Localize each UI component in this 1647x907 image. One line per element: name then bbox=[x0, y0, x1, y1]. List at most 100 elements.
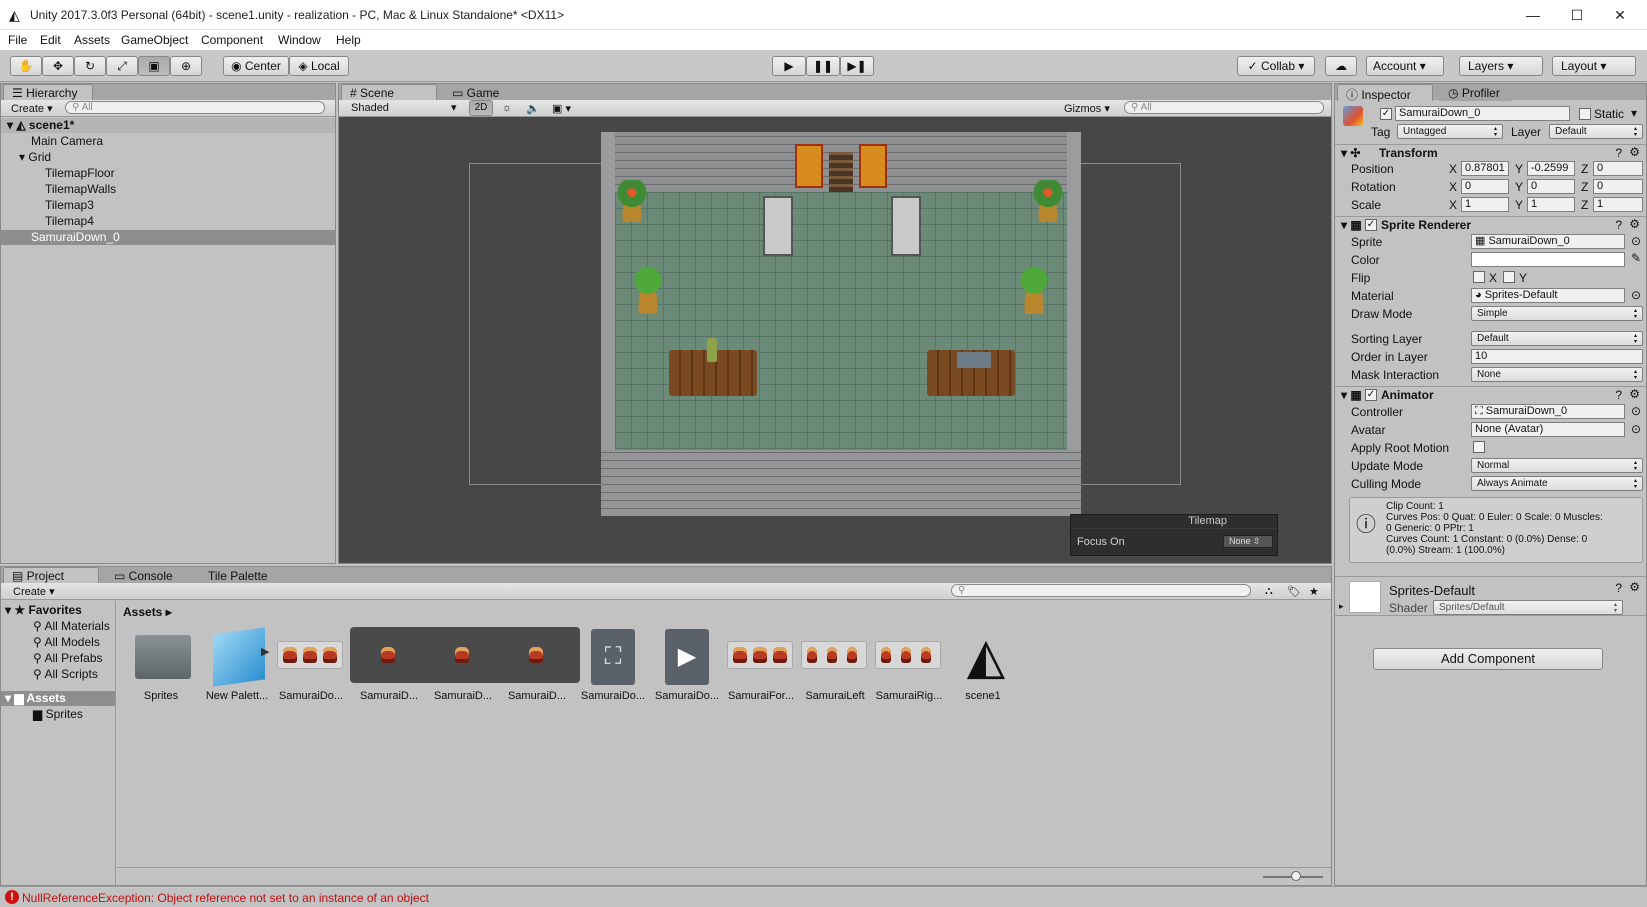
menu-help[interactable]: Help bbox=[336, 33, 361, 47]
scale-z-field[interactable]: 1 bbox=[1593, 197, 1643, 212]
material-field[interactable]: ◕ Sprites-Default bbox=[1471, 288, 1625, 303]
layer-dropdown[interactable]: Default bbox=[1549, 124, 1643, 139]
draw-mode-dropdown[interactable]: Simple bbox=[1471, 306, 1643, 321]
tab-scene[interactable]: # Scene bbox=[341, 84, 437, 101]
fav-all-models[interactable]: ⚲ All Models bbox=[1, 635, 115, 650]
hierarchy-item-tilemapwalls[interactable]: TilemapWalls bbox=[1, 182, 335, 197]
fav-all-prefabs[interactable]: ⚲ All Prefabs bbox=[1, 651, 115, 666]
cloud-icon[interactable]: ☁ bbox=[1325, 56, 1357, 76]
account-dropdown[interactable]: Account ▾ bbox=[1366, 56, 1444, 76]
controller-field[interactable]: ⛶ SamuraiDown_0 bbox=[1471, 404, 1625, 419]
move-tool-icon[interactable]: ✥ bbox=[42, 56, 74, 76]
asset-samuraiforward[interactable]: SamuraiFor... bbox=[725, 627, 797, 707]
mode-2d-toggle[interactable]: 2D bbox=[469, 100, 493, 116]
rotation-y-field[interactable]: 0 bbox=[1527, 179, 1575, 194]
zoom-slider-handle[interactable] bbox=[1291, 871, 1301, 881]
close-button[interactable]: ✕ bbox=[1600, 4, 1640, 26]
focus-on-dropdown[interactable]: None ⇳ bbox=[1223, 535, 1273, 548]
hierarchy-item-main-camera[interactable]: Main Camera bbox=[1, 134, 335, 149]
transform-gear-icon[interactable]: ⚙ bbox=[1629, 145, 1640, 159]
pause-button[interactable]: ❚❚ bbox=[806, 56, 840, 76]
rotation-z-field[interactable]: 0 bbox=[1593, 179, 1643, 194]
pivot-center-button[interactable]: ◉ Center bbox=[223, 56, 289, 76]
hierarchy-item-samuraidown[interactable]: SamuraiDown_0 bbox=[1, 230, 335, 245]
apply-root-motion-checkbox[interactable] bbox=[1473, 441, 1485, 453]
effects-toggle-icon[interactable]: ▣ ▾ bbox=[552, 102, 571, 115]
scale-tool-icon[interactable]: ⤢ bbox=[106, 56, 138, 76]
color-swatch[interactable] bbox=[1471, 252, 1625, 267]
scale-y-field[interactable]: 1 bbox=[1527, 197, 1575, 212]
active-checkbox[interactable]: ✓ bbox=[1380, 108, 1392, 120]
collab-button[interactable]: ✓ Collab ▾ bbox=[1237, 56, 1315, 76]
tag-dropdown[interactable]: Untagged bbox=[1397, 124, 1503, 139]
favorite-star-icon[interactable]: ★ bbox=[1309, 585, 1319, 598]
position-z-field[interactable]: 0 bbox=[1593, 161, 1643, 176]
flip-y-checkbox[interactable] bbox=[1503, 271, 1515, 283]
expand-arrow-icon[interactable]: ▶ bbox=[261, 645, 269, 658]
material-expand-icon[interactable]: ▸ bbox=[1339, 601, 1344, 612]
asset-new-palette[interactable]: ▶ New Palett... bbox=[201, 627, 273, 707]
position-y-field[interactable]: -0.2599 bbox=[1527, 161, 1575, 176]
tab-inspector[interactable]: ⓘ Inspector bbox=[1337, 84, 1433, 102]
asset-samuraidown-frame-0[interactable]: SamuraiD... bbox=[353, 627, 425, 707]
filter-type-icon[interactable]: ⛬ bbox=[1265, 585, 1273, 598]
transform-header[interactable]: ▾ ✣ Transform? ⚙ bbox=[1335, 144, 1646, 161]
mask-interaction-dropdown[interactable]: None bbox=[1471, 367, 1643, 382]
asset-scene1[interactable]: ◭ scene1 bbox=[947, 627, 1019, 707]
asset-samurairight[interactable]: SamuraiRig... bbox=[873, 627, 945, 707]
hand-tool-icon[interactable]: ✋ bbox=[10, 56, 42, 76]
tab-tile-palette[interactable]: Tile Palette bbox=[199, 567, 285, 584]
space-local-button[interactable]: ◈ Local bbox=[289, 56, 349, 76]
maximize-button[interactable]: ☐ bbox=[1557, 4, 1597, 26]
asset-samuraidown-frame-2[interactable]: SamuraiD... bbox=[501, 627, 573, 707]
tab-project[interactable]: ▤ Project bbox=[3, 567, 99, 584]
sprite-renderer-gear-icon[interactable]: ⚙ bbox=[1629, 217, 1640, 231]
project-create-dropdown[interactable]: Create ▾ bbox=[13, 585, 55, 598]
lighting-toggle-icon[interactable]: ☼ bbox=[502, 102, 512, 114]
assets-folder[interactable]: ▾ ▆ Assets bbox=[1, 691, 115, 706]
hierarchy-item-tilemap3[interactable]: Tilemap3 bbox=[1, 198, 335, 213]
project-search-input[interactable]: ⚲ bbox=[951, 584, 1251, 597]
culling-mode-dropdown[interactable]: Always Animate bbox=[1471, 476, 1643, 491]
sprite-renderer-header[interactable]: ▾ ▦ ✓ Sprite Renderer? ⚙ bbox=[1335, 216, 1646, 233]
shading-arrow-icon[interactable]: ▾ bbox=[451, 101, 457, 114]
asset-samuraidown-anim[interactable]: ▶ SamuraiDo... bbox=[651, 627, 723, 707]
animator-gear-icon[interactable]: ⚙ bbox=[1629, 387, 1640, 401]
shader-dropdown[interactable]: Sprites/Default bbox=[1433, 600, 1623, 615]
transform-tool-icon[interactable]: ⊕ bbox=[170, 56, 202, 76]
transform-help-icon[interactable]: ? bbox=[1615, 146, 1622, 160]
add-component-button[interactable]: Add Component bbox=[1373, 648, 1603, 670]
menu-file[interactable]: File bbox=[8, 33, 27, 47]
asset-samuraileft[interactable]: SamuraiLeft bbox=[799, 627, 871, 707]
hierarchy-item-tilemap4[interactable]: Tilemap4 bbox=[1, 214, 335, 229]
tab-console[interactable]: ▭ Console bbox=[105, 567, 185, 584]
layout-dropdown[interactable]: Layout ▾ bbox=[1552, 56, 1636, 76]
material-gear-icon[interactable]: ⚙ bbox=[1629, 580, 1640, 594]
sprite-picker-icon[interactable]: ⊙ bbox=[1631, 234, 1641, 248]
hierarchy-search-input[interactable]: ⚲ All bbox=[65, 101, 325, 114]
gizmos-dropdown[interactable]: Gizmos ▾ bbox=[1064, 102, 1110, 115]
hierarchy-create-dropdown[interactable]: Create ▾ bbox=[11, 102, 53, 115]
avatar-picker-icon[interactable]: ⊙ bbox=[1631, 422, 1641, 436]
hierarchy-item-grid[interactable]: ▾ Grid bbox=[1, 150, 335, 165]
animator-header[interactable]: ▾ ▦ ✓ Animator? ⚙ bbox=[1335, 386, 1646, 403]
controller-picker-icon[interactable]: ⊙ bbox=[1631, 404, 1641, 418]
material-section[interactable]: ▸ Sprites-Default Shader Sprites/Default… bbox=[1335, 576, 1646, 616]
material-help-icon[interactable]: ? bbox=[1615, 581, 1622, 595]
animator-help-icon[interactable]: ? bbox=[1615, 388, 1622, 402]
status-bar[interactable]: ! NullReferenceException: Object referen… bbox=[0, 886, 1647, 907]
tab-hierarchy[interactable]: ☰ Hierarchy bbox=[3, 84, 93, 101]
material-picker-icon[interactable]: ⊙ bbox=[1631, 288, 1641, 302]
order-in-layer-field[interactable]: 10 bbox=[1471, 349, 1643, 364]
sprite-renderer-enabled-checkbox[interactable]: ✓ bbox=[1365, 219, 1377, 231]
fav-all-scripts[interactable]: ⚲ All Scripts bbox=[1, 667, 115, 682]
room-tilemap[interactable] bbox=[601, 132, 1081, 516]
asset-samuraidown-frame-1[interactable]: SamuraiD... bbox=[427, 627, 499, 707]
play-button[interactable]: ▶ bbox=[772, 56, 806, 76]
sprites-folder[interactable]: ▆ Sprites bbox=[1, 707, 115, 722]
layers-dropdown[interactable]: Layers ▾ bbox=[1459, 56, 1543, 76]
rect-tool-icon[interactable]: ▣ bbox=[138, 56, 170, 76]
update-mode-dropdown[interactable]: Normal bbox=[1471, 458, 1643, 473]
menu-assets[interactable]: Assets bbox=[74, 33, 110, 47]
fav-all-materials[interactable]: ⚲ All Materials bbox=[1, 619, 115, 634]
